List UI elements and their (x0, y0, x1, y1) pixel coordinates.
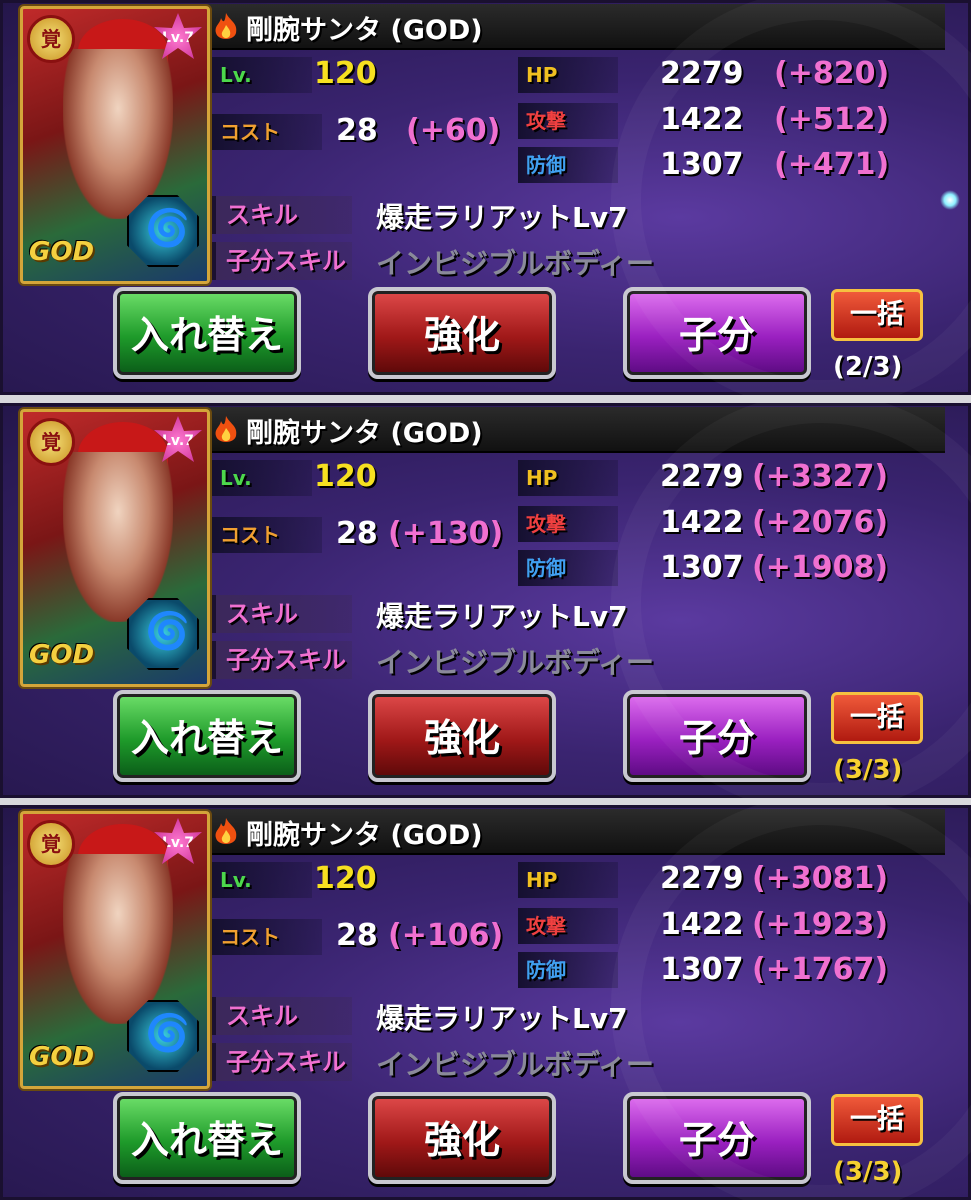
child-skill-label: 子分スキル (212, 641, 352, 679)
cost-value: 28 (336, 918, 378, 953)
hp-bonus: (+820) (774, 56, 890, 91)
child-button[interactable]: 子分 (623, 287, 811, 379)
def-label: 防御 (518, 147, 618, 183)
child-skill-value: インビジブルボディー (376, 646, 655, 679)
lv-label: Lv. (212, 57, 312, 93)
lv-label: Lv. (212, 862, 312, 898)
rarity-god-badge: GOD (29, 640, 95, 670)
def-bonus: (+471) (774, 147, 890, 182)
flame-icon (215, 416, 237, 442)
cost-bonus: (+106) (388, 918, 504, 953)
skill-label: スキル (212, 997, 352, 1035)
cost-label: コスト (212, 919, 322, 955)
swap-button[interactable]: 入れ替え (113, 287, 301, 379)
cost-bonus: (+130) (388, 516, 504, 551)
awaken-badge: 覚 (27, 820, 75, 868)
flame-icon (215, 818, 237, 844)
hp-bonus: (+3327) (752, 459, 889, 494)
skill-label: スキル (212, 595, 352, 633)
unit-name: 剛腕サンタ (GOD) (246, 15, 483, 46)
unit-card-image[interactable]: 覚 Lv.7 GOD 🌀 (20, 409, 210, 687)
atk-value: 1422 (660, 907, 744, 942)
hp-value: 2279 (660, 861, 744, 896)
def-value: 1307 (660, 147, 744, 182)
hp-label: HP (518, 862, 618, 898)
child-skill-label: 子分スキル (212, 242, 352, 280)
def-label: 防御 (518, 952, 618, 988)
rarity-god-badge: GOD (29, 237, 95, 267)
hp-bonus: (+3081) (752, 861, 889, 896)
atk-bonus: (+512) (774, 102, 890, 137)
enhance-button[interactable]: 強化 (368, 287, 556, 379)
awaken-badge: 覚 (27, 15, 75, 63)
cost-bonus: (+60) (406, 113, 501, 148)
unit-card-image[interactable]: 覚 Lv.7 GOD 🌀 (20, 6, 210, 284)
def-label: 防御 (518, 550, 618, 586)
atk-label: 攻撃 (518, 506, 618, 542)
bulk-button[interactable]: 一括 (831, 692, 923, 744)
hp-label: HP (518, 460, 618, 496)
unit-panel-1: 剛腕サンタ (GOD) 覚 Lv.7 GOD 🌀 Lv. 120 コスト 28 … (0, 0, 971, 395)
cost-label: コスト (212, 517, 322, 553)
def-bonus: (+1908) (752, 550, 889, 585)
santa-figure-art (63, 452, 173, 622)
bulk-button[interactable]: 一括 (831, 1094, 923, 1146)
swap-button[interactable]: 入れ替え (113, 690, 301, 782)
def-value: 1307 (660, 550, 744, 585)
flame-icon (215, 13, 237, 39)
child-skill-label: 子分スキル (212, 1043, 352, 1081)
santa-figure-art (63, 854, 173, 1024)
child-count: (2/3) (833, 352, 903, 382)
cost-value: 28 (336, 516, 378, 551)
hp-label: HP (518, 57, 618, 93)
hp-value: 2279 (660, 56, 744, 91)
enhance-button[interactable]: 強化 (368, 1092, 556, 1184)
unit-name: 剛腕サンタ (GOD) (246, 418, 483, 449)
unit-card-image[interactable]: 覚 Lv.7 GOD 🌀 (20, 811, 210, 1089)
santa-figure-art (63, 49, 173, 219)
atk-value: 1422 (660, 102, 744, 137)
panel-divider (0, 395, 971, 403)
hp-value: 2279 (660, 459, 744, 494)
lv-value: 120 (314, 861, 377, 896)
child-skill-value: インビジブルボディー (376, 1048, 655, 1081)
child-skill-value: インビジブルボディー (376, 247, 655, 280)
atk-label: 攻撃 (518, 908, 618, 944)
lv-label: Lv. (212, 460, 312, 496)
child-count: (3/3) (833, 755, 903, 785)
atk-bonus: (+2076) (752, 505, 889, 540)
skill-value: 爆走ラリアットLv7 (376, 201, 628, 234)
atk-label: 攻撃 (518, 103, 618, 139)
unit-name: 剛腕サンタ (GOD) (246, 820, 483, 851)
skill-label: スキル (212, 196, 352, 234)
atk-value: 1422 (660, 505, 744, 540)
lv-value: 120 (314, 56, 377, 91)
skill-value: 爆走ラリアットLv7 (376, 600, 628, 633)
skill-value: 爆走ラリアットLv7 (376, 1002, 628, 1035)
cost-value: 28 (336, 113, 378, 148)
child-button[interactable]: 子分 (623, 690, 811, 782)
wind-element-icon: 🌀 (127, 195, 199, 267)
cost-label: コスト (212, 114, 322, 150)
unit-panel-3: 剛腕サンタ (GOD) 覚 Lv.7 GOD 🌀 Lv. 120 コスト 28 … (0, 805, 971, 1200)
child-count: (3/3) (833, 1157, 903, 1187)
scroll-glow-icon (940, 190, 960, 210)
awaken-badge: 覚 (27, 418, 75, 466)
rarity-god-badge: GOD (29, 1042, 95, 1072)
unit-panel-2: 剛腕サンタ (GOD) 覚 Lv.7 GOD 🌀 Lv. 120 コスト 28 … (0, 403, 971, 798)
enhance-button[interactable]: 強化 (368, 690, 556, 782)
swap-button[interactable]: 入れ替え (113, 1092, 301, 1184)
def-bonus: (+1767) (752, 952, 889, 987)
def-value: 1307 (660, 952, 744, 987)
atk-bonus: (+1923) (752, 907, 889, 942)
lv-value: 120 (314, 459, 377, 494)
child-button[interactable]: 子分 (623, 1092, 811, 1184)
bulk-button[interactable]: 一括 (831, 289, 923, 341)
